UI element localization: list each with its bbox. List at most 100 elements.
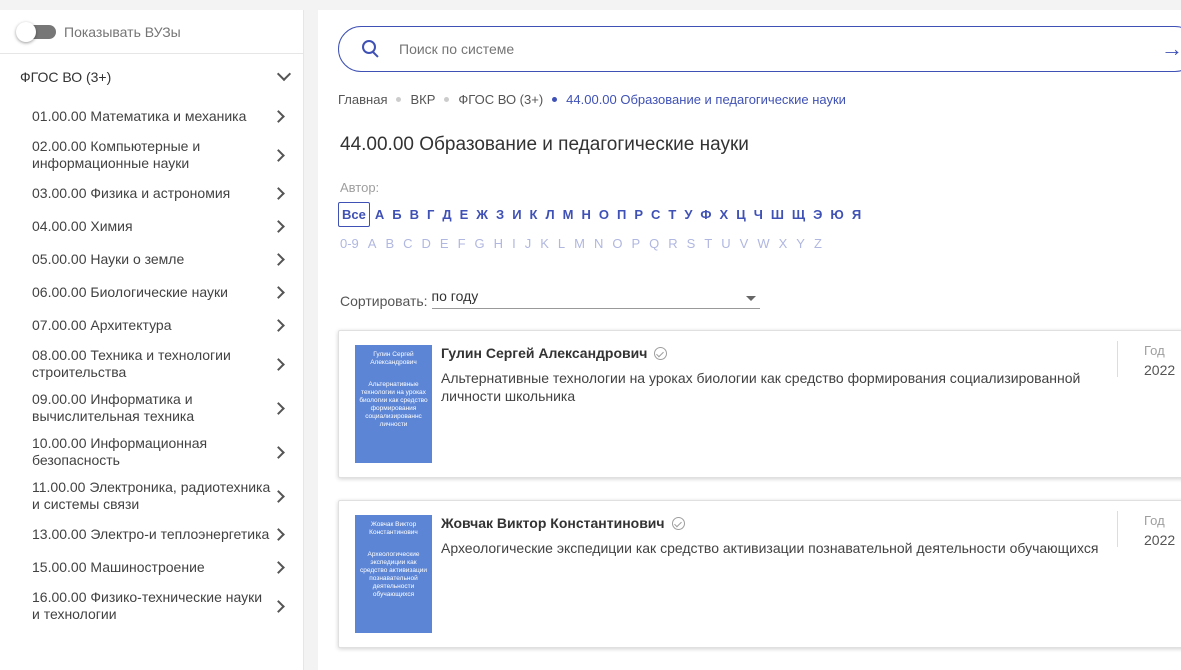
sidebar-item[interactable]: 11.00.00 Электроника, радиотехника и сис…	[0, 474, 303, 518]
author-letter[interactable]: U	[721, 236, 730, 251]
author-letter[interactable]: W	[757, 236, 769, 251]
author-letter[interactable]: У	[684, 207, 692, 222]
sidebar-item[interactable]: 13.00.00 Электро-и теплоэнергетика	[0, 518, 303, 551]
author-letter[interactable]: Ю	[830, 207, 843, 222]
search-icon[interactable]	[361, 39, 381, 59]
author-letter[interactable]: G	[475, 236, 485, 251]
author-letter[interactable]: В	[410, 207, 419, 222]
author-letter[interactable]: Y	[796, 236, 805, 251]
sidebar-item[interactable]: 01.00.00 Математика и механика	[0, 100, 303, 133]
sidebar-section-label: ФГОС ВО (3+)	[20, 69, 112, 85]
sidebar-item[interactable]: 08.00.00 Техника и технологии строительс…	[0, 342, 303, 386]
author-letter[interactable]: P	[631, 236, 640, 251]
work-author[interactable]: Жовчак Виктор Константинович	[441, 515, 685, 531]
author-letter[interactable]: L	[558, 236, 565, 251]
author-letter[interactable]: Щ	[792, 207, 805, 222]
sidebar-item[interactable]: 07.00.00 Архитектура	[0, 309, 303, 342]
author-letter[interactable]: K	[540, 236, 549, 251]
sidebar-item[interactable]: 15.00.00 Машиностроение	[0, 551, 303, 584]
search-input[interactable]	[399, 41, 1139, 57]
sort-label: Сортировать:	[340, 293, 428, 309]
author-letter[interactable]: Я	[852, 207, 861, 222]
sidebar-item[interactable]: 03.00.00 Физика и астрономия	[0, 177, 303, 210]
author-letter[interactable]: X	[779, 236, 788, 251]
author-letter[interactable]: C	[403, 236, 412, 251]
author-letter[interactable]: Q	[649, 236, 659, 251]
work-author[interactable]: Гулин Сергей Александрович	[441, 345, 668, 361]
author-letter[interactable]: Э	[813, 207, 822, 222]
sort-select[interactable]: по году	[431, 288, 760, 309]
author-letter[interactable]: Ж	[476, 207, 488, 222]
sort-row: Сортировать: по году	[340, 288, 760, 309]
work-cover[interactable]: Жовчак Виктор Константинович Археологиче…	[355, 515, 432, 633]
author-letter[interactable]: O	[612, 236, 622, 251]
author-letter[interactable]: Л	[545, 207, 554, 222]
author-letters-en: 0-9 A B C D E F G H I J K L M N O P Q R S T U V W X Y Z	[340, 236, 831, 251]
author-letter[interactable]: D	[422, 236, 431, 251]
author-letter[interactable]: Х	[720, 207, 729, 222]
author-letter[interactable]: Ц	[736, 207, 746, 222]
author-letter[interactable]: 0-9	[340, 236, 359, 251]
show-universities-toggle-row[interactable]: Показывать ВУЗы	[0, 10, 303, 54]
show-universities-toggle[interactable]	[16, 21, 56, 42]
sort-value: по году	[431, 288, 479, 304]
author-letter[interactable]: О	[599, 207, 609, 222]
author-letter[interactable]: Т	[668, 207, 676, 222]
sidebar-item[interactable]: 06.00.00 Биологические науки	[0, 276, 303, 309]
work-card[interactable]: Жовчак Виктор Константинович Археологиче…	[338, 500, 1181, 648]
work-title[interactable]: Археологические экспедиции как средство …	[441, 539, 1101, 557]
sidebar-item[interactable]: 02.00.00 Компьютерные и информационные н…	[0, 133, 303, 177]
sidebar-item[interactable]: 16.00.00 Физико-технические науки и техн…	[0, 584, 303, 628]
breadcrumb-home[interactable]: Главная	[338, 92, 387, 107]
breadcrumb-fgos[interactable]: ФГОС ВО (3+)	[458, 92, 543, 107]
author-letter[interactable]: Г	[427, 207, 434, 222]
page-title: 44.00.00 Образование и педагогические на…	[340, 134, 749, 155]
author-letter[interactable]: V	[740, 236, 749, 251]
author-letter[interactable]: E	[440, 236, 449, 251]
sidebar-item[interactable]: 09.00.00 Информатика и вычислительная те…	[0, 386, 303, 430]
author-letter[interactable]: A	[368, 236, 377, 251]
breadcrumb-vkr[interactable]: ВКР	[410, 92, 435, 107]
author-letter[interactable]: F	[458, 236, 466, 251]
author-letter[interactable]: Ш	[771, 207, 784, 222]
author-letter[interactable]: B	[385, 236, 394, 251]
sidebar-item[interactable]: 05.00.00 Науки о земле	[0, 243, 303, 276]
author-letter[interactable]: Ф	[700, 207, 711, 222]
arrow-right-icon[interactable]: →	[1161, 38, 1181, 60]
author-letter[interactable]: S	[687, 236, 696, 251]
sidebar-item-label: 08.00.00 Техника и технологии строительс…	[32, 347, 231, 380]
chevron-right-icon	[272, 599, 285, 613]
author-letter[interactable]: H	[494, 236, 503, 251]
author-letters-ru: Все АБВГДЕЖЗИКЛМНОПРСТУФХЦЧШЩЭЮЯ	[338, 202, 869, 227]
author-letter[interactable]: J	[525, 236, 532, 251]
sidebar-item[interactable]: 10.00.00 Информационная безопасность	[0, 430, 303, 474]
author-letter[interactable]: Б	[392, 207, 401, 222]
author-letter[interactable]: Е	[460, 207, 469, 222]
author-letter[interactable]: Р	[634, 207, 643, 222]
author-letter[interactable]: А	[375, 207, 384, 222]
author-letter[interactable]: T	[704, 236, 712, 251]
author-letter[interactable]: М	[563, 207, 574, 222]
author-letter[interactable]: Д	[442, 207, 451, 222]
sidebar-item[interactable]: 04.00.00 Химия	[0, 210, 303, 243]
author-letter[interactable]: К	[530, 207, 538, 222]
author-letter[interactable]: Z	[814, 236, 822, 251]
author-letter[interactable]: З	[496, 207, 504, 222]
author-letter[interactable]: M	[574, 236, 585, 251]
author-letter[interactable]: С	[651, 207, 660, 222]
cover-title: Археологические экспедиции как средство …	[360, 551, 427, 598]
sidebar-item-label: 10.00.00 Информационная безопасность	[32, 435, 208, 468]
author-letter-all[interactable]: Все	[338, 202, 370, 227]
sidebar-section-fgos[interactable]: ФГОС ВО (3+)	[0, 54, 303, 100]
search-bar[interactable]: →	[338, 26, 1181, 72]
author-letter[interactable]: R	[668, 236, 677, 251]
author-letter[interactable]: N	[594, 236, 603, 251]
author-letter[interactable]: И	[512, 207, 521, 222]
author-letter[interactable]: П	[617, 207, 626, 222]
work-cover[interactable]: Гулин Сергей Александрович Альтернативны…	[355, 345, 432, 463]
work-title[interactable]: Альтернативные технологии на уроках биол…	[441, 369, 1101, 405]
author-letter[interactable]: I	[512, 236, 516, 251]
author-letter[interactable]: Н	[581, 207, 590, 222]
work-card[interactable]: Гулин Сергей Александрович Альтернативны…	[338, 330, 1181, 478]
author-letter[interactable]: Ч	[754, 207, 763, 222]
